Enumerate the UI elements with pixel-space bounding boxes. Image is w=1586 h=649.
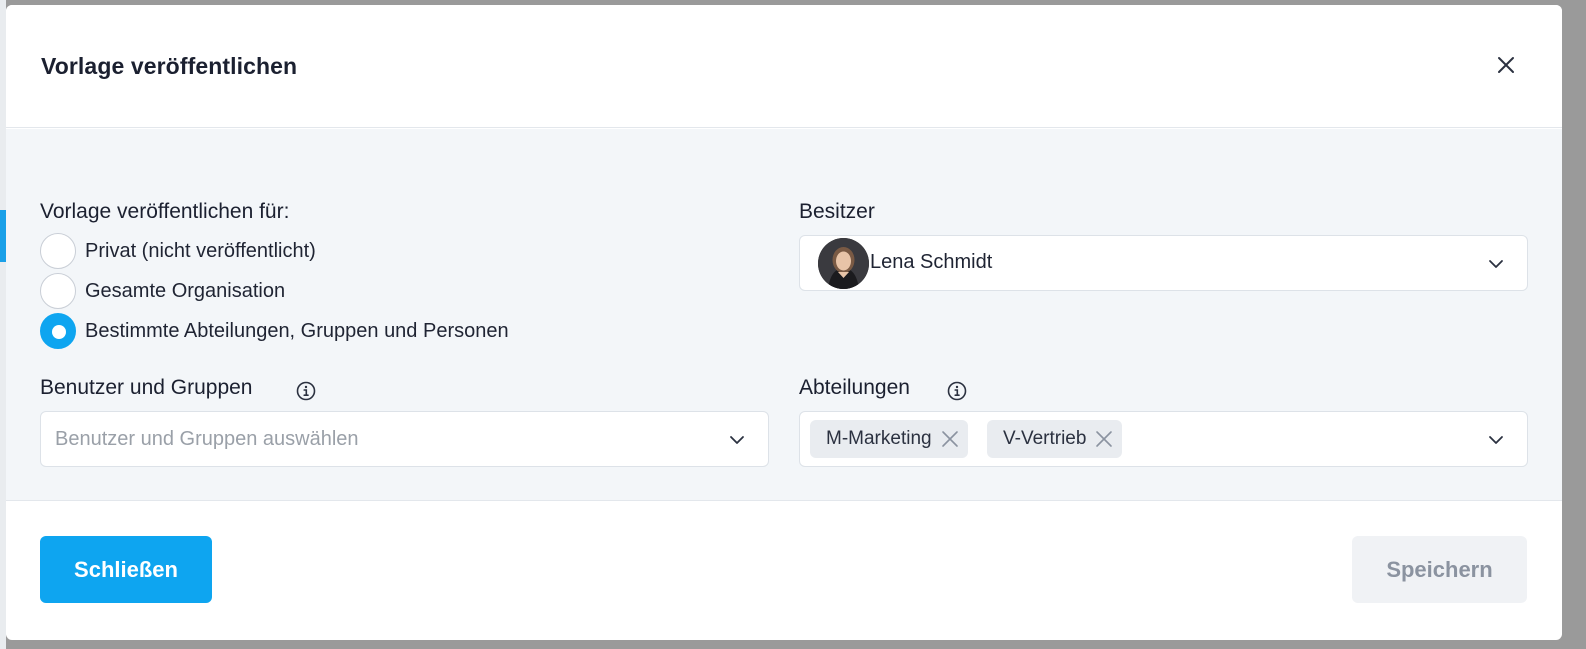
owner-select[interactable]: Lena Schmidt — [799, 235, 1528, 291]
info-icon[interactable] — [296, 381, 316, 401]
users-groups-label: Benutzer und Gruppen — [40, 376, 253, 399]
avatar — [818, 238, 869, 289]
close-button[interactable]: Schließen — [40, 536, 212, 603]
owner-name: Lena Schmidt — [870, 251, 993, 273]
chip-label: M-Marketing — [826, 428, 932, 449]
publish-for-label: Vorlage veröffentlichen für: — [40, 200, 290, 223]
owner-label: Besitzer — [799, 200, 875, 223]
radio-label: Bestimmte Abteilungen, Gruppen und Perso… — [85, 319, 509, 342]
departments-label: Abteilungen — [799, 376, 910, 399]
modal-title: Vorlage veröffentlichen — [41, 53, 298, 79]
publish-template-modal: Vorlage veröffentlichen Vorlage veröffen… — [6, 5, 1562, 640]
users-groups-placeholder: Benutzer und Gruppen auswählen — [55, 428, 359, 450]
chevron-down-icon — [1489, 260, 1503, 268]
users-groups-select[interactable]: Benutzer und Gruppen auswählen — [40, 411, 769, 467]
save-button[interactable]: Speichern — [1352, 536, 1527, 603]
department-chip: V-Vertrieb — [987, 420, 1123, 458]
radio-option-private[interactable]: Privat (nicht veröffentlicht) — [40, 233, 316, 269]
remove-chip-icon[interactable] — [940, 429, 960, 449]
radio-label: Privat (nicht veröffentlicht) — [85, 239, 316, 262]
chevron-down-icon — [730, 436, 744, 444]
chip-label: V-Vertrieb — [1003, 428, 1087, 449]
radio-label: Gesamte Organisation — [85, 279, 286, 302]
department-chip: M-Marketing — [810, 420, 968, 458]
radio-option-specific[interactable]: Bestimmte Abteilungen, Gruppen und Perso… — [40, 313, 509, 349]
radio-button[interactable] — [40, 273, 76, 309]
radio-button[interactable] — [40, 233, 76, 269]
info-icon[interactable] — [947, 381, 967, 401]
chevron-down-icon — [1489, 436, 1503, 444]
radio-option-organisation[interactable]: Gesamte Organisation — [40, 273, 285, 309]
close-icon[interactable] — [1494, 53, 1518, 77]
radio-button-checked[interactable] — [40, 313, 76, 349]
modal-body: Vorlage veröffentlichen für: Privat (nic… — [6, 129, 1562, 501]
remove-chip-icon[interactable] — [1094, 429, 1114, 449]
modal-header: Vorlage veröffentlichen — [6, 5, 1562, 128]
departments-select[interactable]: M-Marketing V-Vertrieb — [799, 411, 1528, 467]
